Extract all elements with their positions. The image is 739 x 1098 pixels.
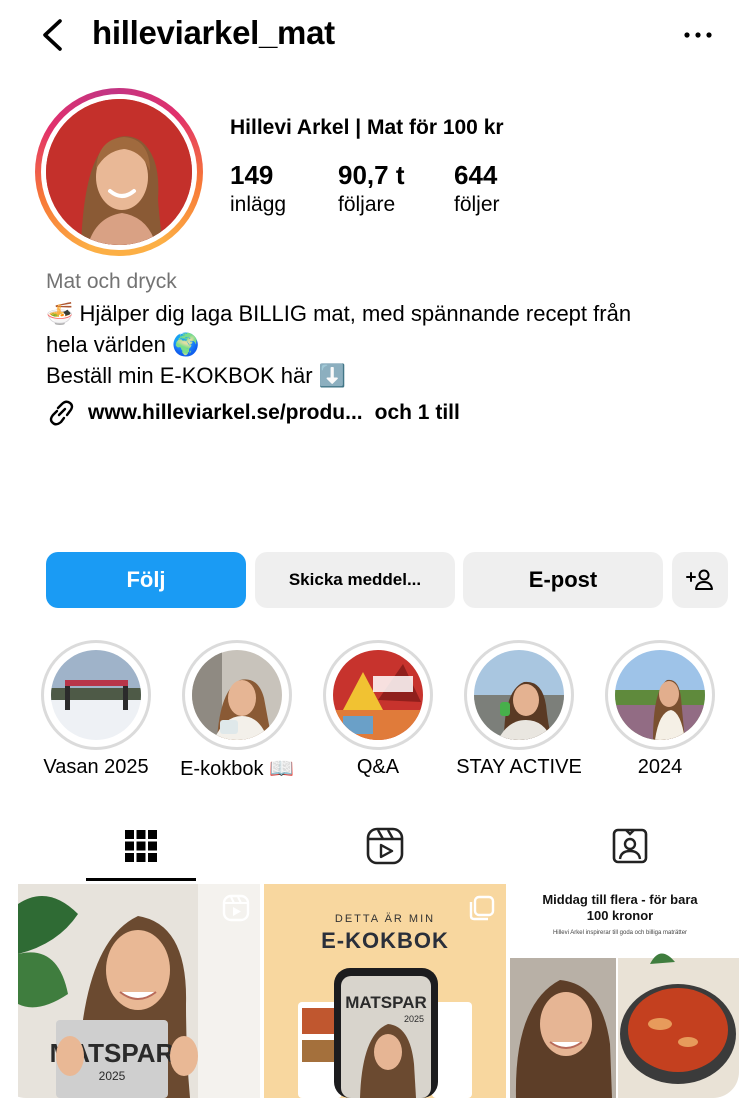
- stat-label: följare: [338, 193, 396, 216]
- stat-value: 90,7 t: [338, 160, 405, 190]
- bio-line: Beställ min E-KOKBOK här ⬇️: [46, 363, 347, 388]
- grid-icon: [125, 830, 157, 862]
- message-button[interactable]: Skicka meddel...: [255, 552, 455, 608]
- stat-value: 149: [230, 160, 274, 190]
- tab-reels[interactable]: [285, 812, 485, 880]
- highlight-cover: [333, 650, 423, 740]
- story-ring[interactable]: [35, 88, 203, 256]
- bio-link[interactable]: www.hilleviarkel.se/produ... och 1 till: [46, 398, 460, 428]
- carousel-icon: [715, 895, 739, 921]
- posts-count[interactable]: 149 inlägg: [230, 160, 286, 217]
- followers-count[interactable]: 90,7 t följare: [338, 160, 405, 217]
- highlight-ekokbok[interactable]: E-kokbok 📖: [180, 640, 294, 780]
- post-thumbnail[interactable]: Middag till flera - för bara 100 kronor …: [510, 884, 739, 1098]
- bio-line: hela världen 🌍: [46, 332, 200, 357]
- highlight-label: Q&A: [356, 756, 400, 778]
- carousel-icon: [469, 895, 495, 921]
- active-tab-indicator: [86, 878, 196, 881]
- post-subtitle: Hillevi Arkel inspirerar till goda och b…: [553, 930, 687, 936]
- svg-text:100 kronor: 100 kronor: [587, 908, 653, 923]
- highlight-vasan[interactable]: Vasan 2025: [41, 640, 151, 778]
- highlight-label: STAY ACTIVE: [456, 756, 582, 778]
- suggested-users-button[interactable]: [672, 552, 728, 608]
- reel-icon: [222, 894, 250, 922]
- highlight-cover: [474, 650, 564, 740]
- stat-label: inlägg: [230, 193, 287, 216]
- tab-tagged[interactable]: [530, 812, 730, 880]
- profile-screen: hilleviarkel_mat Hillevi Arkel | Mat för…: [0, 0, 739, 1098]
- bio: 🍜 Hjälper dig laga BILLIG mat, med spänn…: [46, 298, 726, 391]
- link-icon: [49, 400, 74, 426]
- email-button[interactable]: E-post: [463, 552, 663, 608]
- full-name: Hillevi Arkel | Mat för 100 kr: [230, 116, 504, 139]
- stat-label: följer: [454, 193, 500, 216]
- reels-icon: [366, 827, 404, 865]
- add-user-icon: [686, 569, 713, 590]
- book-year: 2025: [404, 1014, 424, 1024]
- highlight-cover: [51, 650, 141, 740]
- post-thumbnail[interactable]: MATSPAR 2025: [18, 884, 260, 1098]
- highlight-stay-active[interactable]: STAY ACTIVE: [456, 640, 582, 778]
- post-title: E-KOKBOK: [321, 928, 449, 953]
- highlight-cover: [615, 650, 705, 740]
- highlight-qa[interactable]: Q&A: [323, 640, 433, 778]
- tagged-icon: [612, 828, 648, 864]
- book-title: MATSPAR: [345, 993, 427, 1012]
- chevron-left-icon[interactable]: [40, 18, 64, 52]
- highlight-label: 2024: [637, 756, 683, 778]
- post-thumbnail[interactable]: DETTA ÄR MIN E-KOKBOK MATSPAR 2025: [264, 884, 506, 1098]
- highlight-label: E-kokbok 📖: [180, 758, 294, 780]
- following-count[interactable]: 644 följer: [454, 160, 500, 217]
- stat-value: 644: [454, 160, 498, 190]
- highlight-label: Vasan 2025: [43, 756, 149, 778]
- post-pretitle: DETTA ÄR MIN: [335, 913, 435, 925]
- top-bar: hilleviarkel_mat: [0, 0, 739, 68]
- cover-year: 2025: [99, 1069, 126, 1083]
- post-title: Middag till flera - för bara: [542, 892, 698, 907]
- tab-posts[interactable]: [41, 812, 241, 880]
- highlight-2024[interactable]: 2024: [605, 640, 715, 778]
- link-more[interactable]: och 1 till: [375, 401, 460, 425]
- profile-category: Mat och dryck: [46, 270, 177, 293]
- posts-grid: MATSPAR 2025 DETTA ÄR MIN E-KOKBOK MATSP…: [18, 884, 739, 1098]
- highlight-cover: [192, 650, 282, 740]
- link-text[interactable]: www.hilleviarkel.se/produ...: [88, 401, 363, 425]
- bio-line: 🍜 Hjälper dig laga BILLIG mat, med spänn…: [46, 301, 632, 326]
- profile-tabs: [0, 812, 739, 882]
- follow-button[interactable]: Följ: [46, 552, 246, 608]
- avatar: [46, 99, 192, 245]
- profile-username: hilleviarkel_mat: [92, 14, 335, 51]
- more-horizontal-icon[interactable]: [681, 22, 715, 48]
